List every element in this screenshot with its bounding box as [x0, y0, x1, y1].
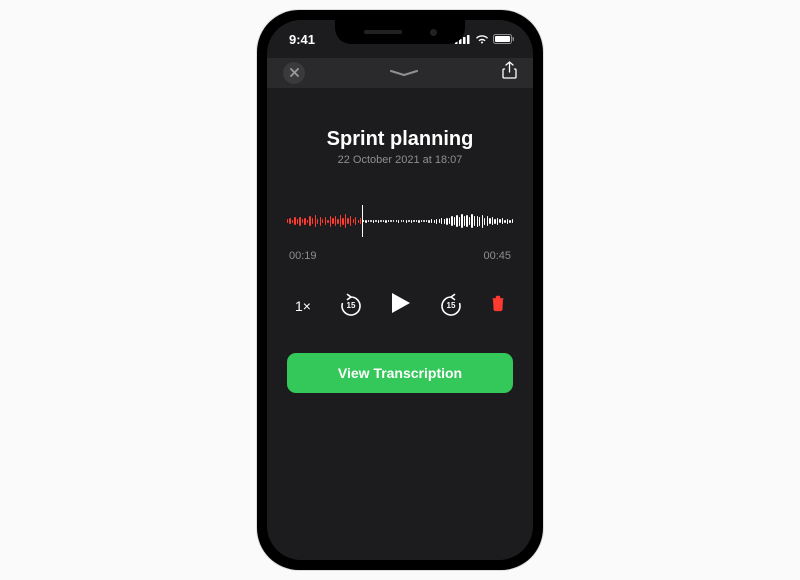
wifi-icon: [475, 34, 489, 44]
recording-date: 22 October 2021 at 18:07: [287, 154, 513, 166]
delete-button[interactable]: [491, 295, 505, 317]
share-button[interactable]: [502, 61, 517, 84]
skip-back-button[interactable]: 15: [338, 293, 364, 319]
playback-speed-button[interactable]: 1×: [295, 298, 311, 314]
play-icon: [391, 292, 411, 314]
playhead[interactable]: [362, 205, 364, 237]
close-button[interactable]: [283, 62, 305, 84]
close-icon: [290, 68, 299, 77]
trash-icon: [491, 295, 505, 312]
share-icon: [502, 61, 517, 79]
skip-forward-amount: 15: [447, 301, 456, 310]
sheet-header: [267, 58, 533, 88]
time-elapsed: 00:19: [289, 250, 317, 262]
chevron-down-icon: [389, 69, 419, 77]
view-transcription-button[interactable]: View Transcription: [287, 353, 513, 393]
skip-back-amount: 15: [347, 301, 356, 310]
waveform-scrubber[interactable]: [287, 206, 513, 236]
status-time: 9:41: [289, 32, 315, 47]
sheet-grabber[interactable]: [389, 64, 419, 82]
recording-title: Sprint planning: [287, 128, 513, 151]
time-duration: 00:45: [483, 250, 511, 262]
skip-forward-button[interactable]: 15: [438, 293, 464, 319]
play-button[interactable]: [391, 292, 411, 319]
battery-icon: [493, 34, 515, 44]
